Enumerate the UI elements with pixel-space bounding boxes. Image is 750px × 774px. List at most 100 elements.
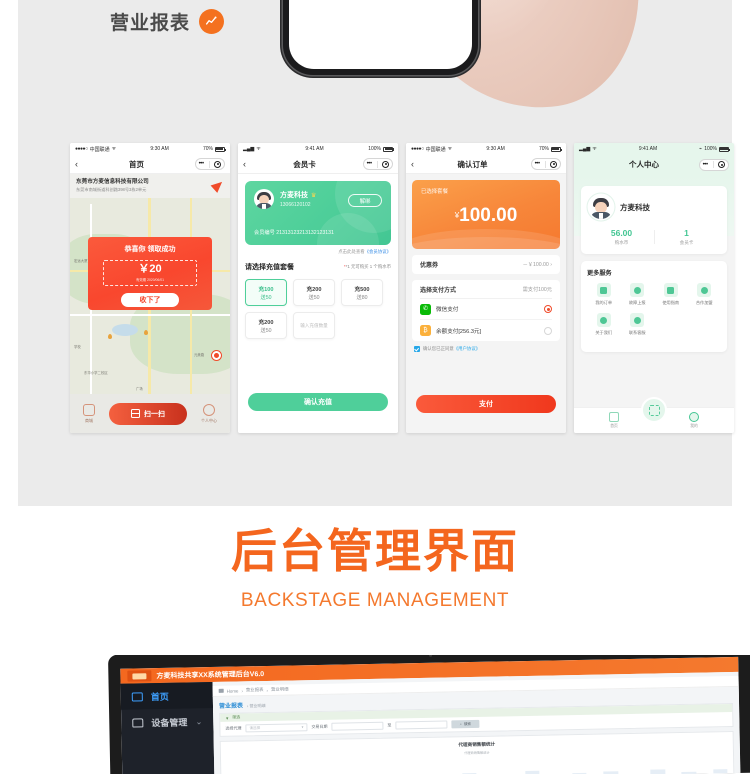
close-target-icon[interactable] [718, 161, 726, 168]
coupon-row[interactable]: 优惠券 －￥100.00 › [420, 255, 552, 274]
phone-mockup-confirm-order: ●●●●○ 中国联通 ᯤ 9:30 AM 70% ‹ 确认订单 ••• 已选择套… [406, 143, 566, 433]
service-icon [630, 313, 645, 327]
miniprogram-capsule[interactable]: ••• [531, 158, 561, 170]
tab-shop[interactable]: 商城 [83, 403, 95, 424]
breadcrumb-sep: › [241, 687, 243, 693]
miniprogram-capsule[interactable]: ••• [195, 158, 225, 170]
radio-unselected[interactable] [544, 326, 552, 335]
stat-cards[interactable]: 1 会员卡 [654, 228, 719, 246]
service-support[interactable]: 联系客服 [621, 313, 655, 336]
breadcrumb-item[interactable]: Home [227, 688, 239, 693]
avatar[interactable] [589, 195, 613, 219]
payment-option-balance[interactable]: ₿ 余额支付[256.3元] [420, 320, 552, 341]
tab-label: 个人中心 [201, 417, 217, 423]
radio-selected[interactable] [544, 305, 552, 313]
tab-profile[interactable]: 个人中心 [201, 403, 217, 424]
package-option[interactable]: 充500 送80 [341, 279, 383, 306]
services-grid: 我的订单 故障上报 使用指南 合作加盟 关于我们 联系客服 [587, 283, 721, 343]
scan-button[interactable]: 扫一扫 [109, 402, 187, 425]
package-amount: 充100 [258, 286, 274, 293]
package-option[interactable]: 充200 送50 [245, 312, 287, 339]
phone-mockup-row: ●●●●○ 中国联通 ᯤ 9:30 AM 70% ‹ 首页 ••• 宏远大厦 学… [70, 143, 734, 433]
payment-option-wechat[interactable]: ✆ 微信支付 [420, 299, 552, 320]
tab-home[interactable]: 首页 [609, 412, 619, 429]
battery-percent: 70% [538, 146, 549, 152]
breadcrumb-sep: › [266, 687, 268, 693]
custom-amount-input[interactable]: 输入充值数量 [293, 312, 335, 339]
close-target-icon[interactable] [550, 160, 558, 168]
order-body: 已选择套餐 ¥100.00 优惠券 －￥100.00 › 选择支付方式 需支付1… [406, 174, 566, 433]
order-amount: ¥100.00 [412, 206, 560, 225]
back-button[interactable]: ‹ [75, 159, 78, 169]
miniprogram-capsule[interactable]: ••• [363, 158, 393, 170]
member-agreement-line[interactable]: 点击此处查看《会员协议》 [245, 249, 391, 255]
page-title: 首页 [129, 159, 144, 169]
agent-select[interactable]: 请选择 ▾ [245, 723, 308, 733]
confirm-recharge-button[interactable]: 确认充值 [248, 393, 388, 411]
back-button[interactable]: ‹ [243, 159, 246, 169]
map-view[interactable]: 宏远大厦 鸿福路 温泉立交桥 同沙立交桥 学校 东华小学二校区 广场 元美路 东… [70, 174, 230, 394]
stat-value: 1 [684, 228, 689, 238]
wifi-icon: ᯤ [111, 146, 117, 152]
divider [544, 160, 546, 168]
custom-amount-placeholder: 输入充值数量 [300, 322, 328, 328]
tab-label: 首页 [610, 423, 618, 428]
service-about[interactable]: 关于我们 [587, 313, 621, 336]
carrier-label: 中国联通 [89, 146, 110, 153]
scan-icon [131, 409, 140, 418]
unbind-button[interactable]: 解绑 [348, 194, 382, 207]
amount-label: 已选择套餐 [421, 189, 448, 195]
search-button[interactable]: ⌕ 搜索 [451, 719, 480, 729]
breadcrumb-item[interactable]: 营业报表 [246, 687, 264, 693]
pay-button[interactable]: 支付 [416, 395, 556, 413]
service-join[interactable]: 合作加盟 [688, 283, 722, 306]
map-pin[interactable] [144, 330, 148, 335]
close-target-icon[interactable] [382, 160, 390, 168]
sidebar-item-home[interactable]: 首页 [120, 681, 214, 710]
scan-icon [648, 404, 660, 416]
stat-coins[interactable]: 56.00 购水币 [589, 228, 654, 246]
more-icon[interactable]: ••• [535, 161, 541, 167]
payment-header-row: 选择支付方式 需支付100元 [420, 280, 552, 299]
shop-icon [83, 403, 95, 416]
service-my-orders[interactable]: 我的订单 [587, 283, 621, 306]
more-icon[interactable]: ••• [367, 161, 373, 167]
service-report-fault[interactable]: 故障上报 [621, 283, 655, 306]
section-title: 营业报表 [110, 8, 225, 35]
date-end-input[interactable] [395, 720, 448, 730]
caret-down-icon[interactable]: ▼ [225, 715, 229, 720]
agreement-link[interactable]: 《用户协议》 [454, 346, 480, 351]
carrier-label: 中国联通 [425, 146, 446, 153]
package-amount: 充500 [354, 286, 370, 293]
locate-me-button[interactable] [212, 351, 221, 360]
coupon-accept-button[interactable]: 收下了 [121, 293, 179, 307]
status-bar: ●●●●○ 中国联通 ᯤ 9:30 AM 70% [406, 143, 566, 155]
service-guide[interactable]: 使用指南 [654, 283, 688, 306]
scan-fab-button[interactable] [641, 397, 667, 423]
date-start-input[interactable] [331, 721, 384, 731]
agreement-link[interactable]: 《会员协议》 [365, 249, 391, 254]
close-target-icon[interactable] [214, 160, 222, 168]
member-name-row: 方麦科技 ♛ [280, 190, 316, 200]
package-amount: 充200 [258, 319, 274, 326]
company-address-card: 东莞市方麦信息科技有限公司 东莞市南城街道科创路398号3栋2单元 [70, 174, 230, 198]
user-agreement-row[interactable]: 确认您已正同意《用户协议》 [412, 346, 560, 352]
chevron-down-icon[interactable]: ⌄ [196, 717, 203, 726]
map-pin[interactable] [108, 334, 112, 339]
payment-header-label: 选择支付方式 [420, 287, 457, 294]
agreement-checkbox[interactable] [414, 346, 420, 352]
package-option[interactable]: 充100 送50 [245, 279, 287, 306]
payment-name: 余额支付[256.3元] [436, 328, 482, 335]
back-button[interactable]: ‹ [411, 159, 414, 169]
phone-mockup-profile: ▂▄▆ ᯤ 9:41 AM ⌁ 100% 个人中心 ••• 方麦科技 56.00… [574, 143, 734, 433]
more-icon[interactable]: ••• [703, 162, 709, 168]
package-option[interactable]: 充200 送50 [293, 279, 335, 306]
dashboard-icon [131, 691, 143, 702]
tab-profile[interactable]: 我的 [689, 412, 699, 429]
miniprogram-capsule[interactable]: ••• [699, 158, 729, 171]
more-icon[interactable]: ••• [199, 161, 205, 167]
brand-logo [127, 670, 152, 682]
nav-bar: ‹ 会员卡 ••• [238, 155, 398, 174]
webcam-icon [429, 655, 433, 657]
sidebar-item-device-management[interactable]: 设备管理 ⌄ [121, 708, 213, 736]
